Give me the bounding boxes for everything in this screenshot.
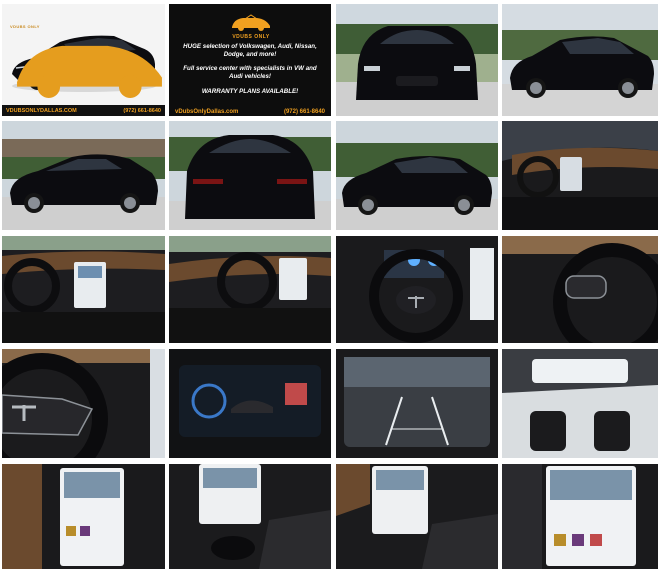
photo-center-screen-left[interactable] xyxy=(2,464,165,569)
car-photo xyxy=(502,236,658,343)
photo-interior-steering-wheel[interactable] xyxy=(336,236,498,343)
promo-line-2: Full service center with specialists in … xyxy=(183,65,317,80)
photo-exterior-front[interactable] xyxy=(336,4,498,116)
dealer-website: VDUBSONLYDALLAS.COM xyxy=(6,107,77,114)
photo-exterior-rear-left[interactable] xyxy=(2,121,165,230)
car-photo xyxy=(502,464,658,569)
car-photo xyxy=(2,349,165,458)
car-photo xyxy=(502,121,658,230)
dealer-banner: VDUBSONLYDALLAS.COM (972) 661-8640 xyxy=(2,105,165,116)
car-photo xyxy=(2,121,165,230)
photo-center-console-cupholders[interactable] xyxy=(169,464,331,569)
photo-promo[interactable]: VDUBS ONLY HUGE selection of Volkswagen,… xyxy=(169,4,331,116)
dealer-logo-text: VDUBS ONLY xyxy=(232,34,270,40)
car-photo xyxy=(169,349,331,458)
photo-exterior-rear[interactable] xyxy=(169,121,331,230)
car-photo xyxy=(336,4,498,116)
car-photo xyxy=(2,236,165,343)
car-photo xyxy=(502,349,658,458)
dealer-phone: (972) 661-8640 xyxy=(123,107,161,114)
car-photo xyxy=(169,464,331,569)
photo-backup-camera[interactable] xyxy=(336,349,498,458)
car-photo xyxy=(336,349,498,458)
car-photo xyxy=(502,4,658,116)
car-photo xyxy=(169,121,331,230)
photo-interior-steering-buttons[interactable] xyxy=(2,349,165,458)
dealer-logo-text: VDUBS ONLY xyxy=(10,24,40,29)
car-photo xyxy=(169,236,331,343)
dealer-logo xyxy=(232,14,270,31)
photo-center-screen-right[interactable] xyxy=(502,464,658,569)
car-photo xyxy=(2,464,165,569)
promo-phone: (972) 661-8640 xyxy=(283,108,325,115)
photo-gallery: VDUBS ONLY VDUBSONLYDALLAS.COM (972) 661… xyxy=(0,0,658,569)
photo-interior-steering-wheel-close[interactable] xyxy=(502,236,658,343)
photo-exterior-side-right[interactable] xyxy=(336,121,498,230)
promo-line-1: HUGE selection of Volkswagen, Audi, Niss… xyxy=(183,43,317,58)
promo-line-3: WARRANTY PLANS AVAILABLE! xyxy=(201,88,299,95)
photo-interior-dashboard-wide[interactable] xyxy=(502,121,658,230)
car-photo xyxy=(336,464,498,569)
car-photo xyxy=(336,121,498,230)
photo-panoramic-roof-rear-seats[interactable] xyxy=(502,349,658,458)
photo-exterior-front-right[interactable] xyxy=(502,4,658,116)
promo-website: vDubsOnlyDallas.com xyxy=(175,108,239,115)
photo-instrument-cluster[interactable] xyxy=(169,349,331,458)
promo-contact-strip: vDubsOnlyDallas.com (972) 661-8640 xyxy=(169,107,331,116)
photo-exterior-front-quarter[interactable]: VDUBS ONLY VDUBSONLYDALLAS.COM (972) 661… xyxy=(2,4,165,116)
photo-interior-driver-view[interactable] xyxy=(2,236,165,343)
photo-center-console-screen[interactable] xyxy=(336,464,498,569)
photo-interior-driver-door-view[interactable] xyxy=(169,236,331,343)
car-photo xyxy=(336,236,498,343)
